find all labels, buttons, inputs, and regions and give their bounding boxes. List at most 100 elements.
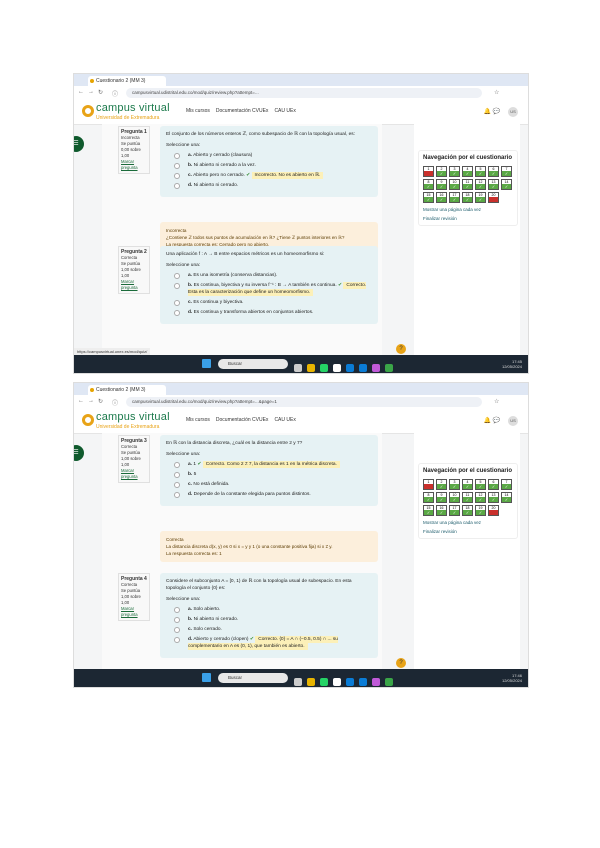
taskbar-app-icon[interactable] bbox=[372, 364, 380, 372]
quiz-nav-button[interactable]: 12 ✓ bbox=[475, 179, 486, 190]
answer-option[interactable]: c. Abierto pero no cerrado. ✔ Incorrecto… bbox=[174, 172, 372, 179]
quiz-nav-button[interactable]: 11 ✓ bbox=[462, 492, 473, 503]
quiz-nav-button[interactable]: 13 ✓ bbox=[488, 179, 499, 190]
quiz-nav-button[interactable]: 20 bbox=[488, 505, 499, 516]
taskbar-app-icon[interactable] bbox=[307, 678, 315, 686]
drawer-toggle-button[interactable]: ☰ bbox=[74, 136, 84, 152]
notification-bell-icon[interactable]: 🔔 💬 bbox=[484, 418, 502, 424]
reload-icon[interactable]: ↻ bbox=[98, 89, 103, 96]
finish-review-link[interactable]: Finalizar revisión bbox=[423, 216, 513, 221]
quiz-nav-button[interactable]: 5 ✓ bbox=[475, 166, 486, 177]
back-icon[interactable]: ← bbox=[78, 89, 84, 95]
answer-option[interactable]: d. Ni abierto ni cerrado. bbox=[174, 182, 372, 189]
quiz-nav-button[interactable]: 11 ✓ bbox=[462, 179, 473, 190]
quiz-nav-button[interactable]: 13 ✓ bbox=[488, 492, 499, 503]
answer-option[interactable]: a. Es una isometría (conserva distancias… bbox=[174, 272, 372, 279]
quiz-nav-button[interactable]: 8 ✓ bbox=[423, 179, 434, 190]
menu-item[interactable]: Mis cursos bbox=[186, 108, 210, 114]
start-icon[interactable] bbox=[202, 359, 211, 368]
quiz-nav-button[interactable]: 19 ✓ bbox=[475, 192, 486, 203]
help-button[interactable]: ? bbox=[396, 658, 406, 668]
quiz-nav-button[interactable]: 8 ✓ bbox=[423, 492, 434, 503]
menu-item[interactable]: Documentación CVUEx bbox=[216, 417, 269, 423]
campus-virtual-logo[interactable]: campus virtual Universidad de Extremadura bbox=[82, 102, 172, 122]
bookmark-star-icon[interactable]: ☆ bbox=[494, 398, 499, 405]
info-icon[interactable]: ⓘ bbox=[112, 89, 118, 98]
bookmark-star-icon[interactable]: ☆ bbox=[494, 89, 499, 96]
url-input[interactable]: campusvirtual.udistrital.edu.co/mod/quiz… bbox=[126, 397, 482, 407]
browser-tab[interactable]: Cuestionario 2 (MM 3) bbox=[88, 385, 166, 395]
help-button[interactable]: ? bbox=[396, 344, 406, 354]
taskbar-app-icon[interactable] bbox=[333, 678, 341, 686]
quiz-nav-button[interactable]: 9 ✓ bbox=[436, 179, 447, 190]
drawer-toggle-button[interactable]: ☰ bbox=[74, 445, 84, 461]
quiz-nav-button[interactable]: 14 ✓ bbox=[501, 492, 512, 503]
answer-option[interactable]: b. Ni abierto ni cerrado. bbox=[174, 616, 372, 623]
taskbar-app-icon[interactable] bbox=[359, 364, 367, 372]
quiz-nav-button[interactable]: 15 ✓ bbox=[423, 192, 434, 203]
show-one-page-link[interactable]: Mostrar una página cada vez bbox=[423, 520, 513, 525]
taskbar-search[interactable]: Buscar bbox=[218, 673, 288, 683]
notification-bell-icon[interactable]: 🔔 💬 bbox=[484, 109, 502, 115]
quiz-nav-button[interactable]: 17 ✓ bbox=[449, 192, 460, 203]
quiz-nav-button[interactable]: 10 ✓ bbox=[449, 179, 460, 190]
show-one-page-link[interactable]: Mostrar una página cada vez bbox=[423, 207, 513, 212]
quiz-nav-button[interactable]: 7 ✓ bbox=[501, 479, 512, 490]
answer-option[interactable]: a. Solo abierto. bbox=[174, 606, 372, 613]
menu-item[interactable]: Mis cursos bbox=[186, 417, 210, 423]
quiz-nav-button[interactable]: 16 ✓ bbox=[436, 192, 447, 203]
taskbar-app-icon[interactable] bbox=[372, 678, 380, 686]
answer-option[interactable]: a. 1 ✔ Correcto. Como 2 ≠ 7, la distanci… bbox=[174, 461, 372, 468]
taskbar-app-icon[interactable] bbox=[346, 678, 354, 686]
quiz-nav-button[interactable]: 18 ✓ bbox=[462, 505, 473, 516]
answer-option[interactable]: c. No está definida. bbox=[174, 481, 372, 488]
quiz-nav-button[interactable]: 17 ✓ bbox=[449, 505, 460, 516]
quiz-nav-button[interactable]: 2 ✓ bbox=[436, 166, 447, 177]
taskbar-app-icon[interactable] bbox=[320, 678, 328, 686]
quiz-nav-button[interactable]: 6 ✓ bbox=[488, 166, 499, 177]
url-input[interactable]: campusvirtual.udistrital.edu.co/mod/quiz… bbox=[126, 88, 482, 98]
reload-icon[interactable]: ↻ bbox=[98, 398, 103, 405]
answer-option[interactable]: a. Abierto y cerrado (clausura) bbox=[174, 152, 372, 159]
forward-icon[interactable]: → bbox=[88, 89, 94, 95]
quiz-nav-button[interactable]: 3 ✓ bbox=[449, 166, 460, 177]
menu-item[interactable]: CAU UEx bbox=[274, 108, 295, 114]
quiz-nav-button[interactable]: 4 ✓ bbox=[462, 479, 473, 490]
quiz-nav-button[interactable]: 18 ✓ bbox=[462, 192, 473, 203]
taskbar-app-icon[interactable] bbox=[307, 364, 315, 372]
quiz-nav-button[interactable]: 7 ✓ bbox=[501, 166, 512, 177]
quiz-nav-button[interactable]: 20 bbox=[488, 192, 499, 203]
taskbar-app-icon[interactable] bbox=[294, 364, 302, 372]
quiz-nav-button[interactable]: 14 ✓ bbox=[501, 179, 512, 190]
quiz-nav-button[interactable]: 16 ✓ bbox=[436, 505, 447, 516]
taskbar-app-icon[interactable] bbox=[385, 364, 393, 372]
quiz-nav-button[interactable]: 5 ✓ bbox=[475, 479, 486, 490]
answer-option[interactable]: d. Abierto y cerrado (clopen) ✔ Correcto… bbox=[174, 636, 372, 650]
taskbar-app-icon[interactable] bbox=[359, 678, 367, 686]
quiz-nav-button[interactable]: 4 ✓ bbox=[462, 166, 473, 177]
flag-question-link[interactable]: Marcar pregunta bbox=[121, 279, 138, 290]
answer-option[interactable]: b. Ni abierto ni cerrado a la vez. bbox=[174, 162, 372, 169]
answer-option[interactable]: c. Solo cerrado. bbox=[174, 626, 372, 633]
taskbar-app-icon[interactable] bbox=[333, 364, 341, 372]
quiz-nav-button[interactable]: 12 ✓ bbox=[475, 492, 486, 503]
taskbar-app-icon[interactable] bbox=[294, 678, 302, 686]
quiz-nav-button[interactable]: 1 bbox=[423, 479, 434, 490]
quiz-nav-button[interactable]: 2 ✓ bbox=[436, 479, 447, 490]
answer-option[interactable]: d. Es continua y transforma abiertos en … bbox=[174, 309, 372, 316]
taskbar-app-icon[interactable] bbox=[385, 678, 393, 686]
quiz-nav-button[interactable]: 3 ✓ bbox=[449, 479, 460, 490]
user-avatar[interactable]: US bbox=[508, 107, 518, 117]
taskbar-app-icon[interactable] bbox=[320, 364, 328, 372]
taskbar-app-icon[interactable] bbox=[346, 364, 354, 372]
user-avatar[interactable]: US bbox=[508, 416, 518, 426]
menu-item[interactable]: CAU UEx bbox=[274, 417, 295, 423]
browser-tab[interactable]: Cuestionario 2 (MM 3) bbox=[88, 76, 166, 86]
answer-option[interactable]: b. 5 bbox=[174, 471, 372, 478]
info-icon[interactable]: ⓘ bbox=[112, 398, 118, 407]
finish-review-link[interactable]: Finalizar revisión bbox=[423, 529, 513, 534]
taskbar-search[interactable]: Buscar bbox=[218, 359, 288, 369]
flag-question-link[interactable]: Marcar pregunta bbox=[121, 606, 138, 617]
menu-item[interactable]: Documentación CVUEx bbox=[216, 108, 269, 114]
start-icon[interactable] bbox=[202, 673, 211, 682]
